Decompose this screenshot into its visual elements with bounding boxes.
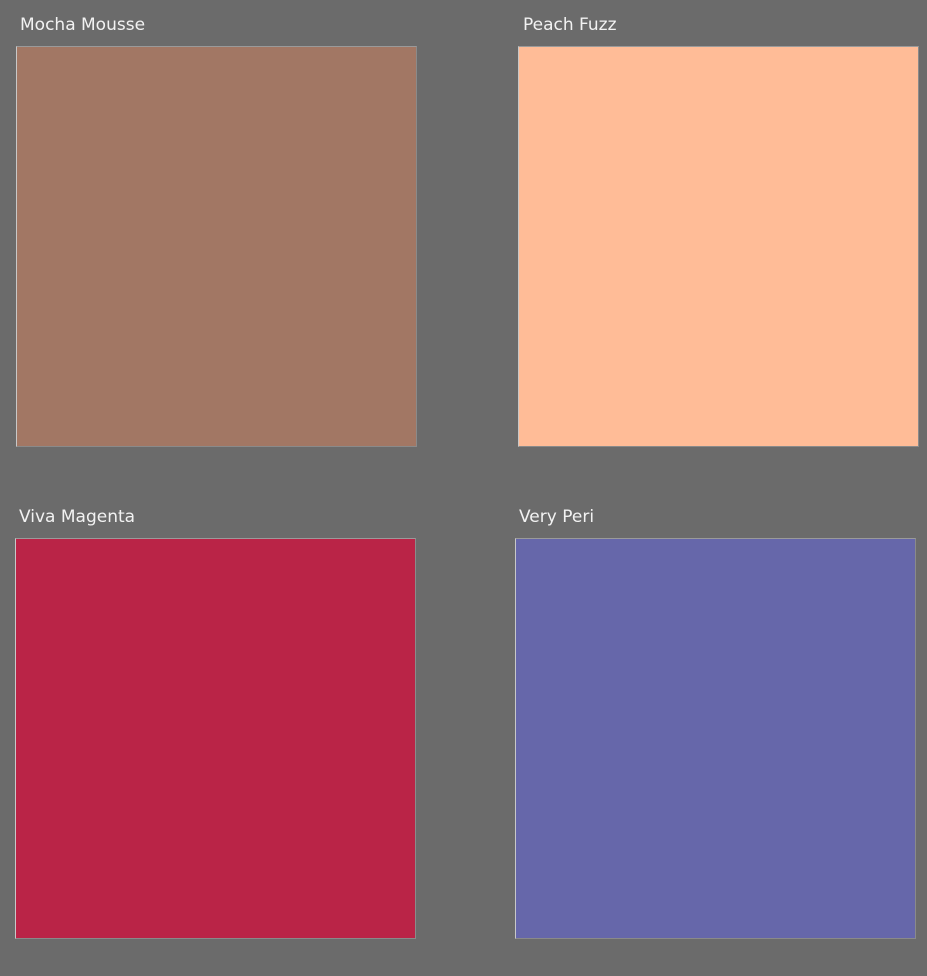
color-swatch[interactable] — [15, 538, 416, 939]
swatch-label: Peach Fuzz — [523, 15, 617, 35]
swatch-label: Mocha Mousse — [20, 15, 146, 35]
color-swatch[interactable] — [518, 46, 919, 447]
swatch-label: Very Peri — [519, 507, 595, 527]
color-swatch[interactable] — [515, 538, 916, 939]
swatch-label: Viva Magenta — [19, 507, 136, 527]
color-swatch[interactable] — [16, 46, 417, 447]
